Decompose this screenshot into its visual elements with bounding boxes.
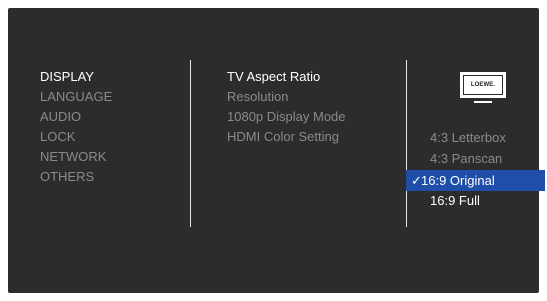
category-lock[interactable]: LOCK [40, 127, 75, 147]
category-network[interactable]: NETWORK [40, 147, 106, 167]
tv-logo: LOEWE. [463, 75, 503, 95]
tv-stand-icon [474, 101, 492, 103]
setting-tv-aspect-ratio[interactable]: TV Aspect Ratio [227, 67, 320, 87]
tv-icon: LOEWE. [460, 72, 506, 98]
category-language[interactable]: LANGUAGE [40, 87, 112, 107]
setting-resolution[interactable]: Resolution [227, 87, 288, 107]
category-others[interactable]: OTHERS [40, 167, 94, 187]
option-16-9-original[interactable]: 16:9 Original [421, 170, 495, 191]
option-4-3-panscan[interactable]: 4:3 Panscan [430, 149, 502, 169]
settings-menu-screen: DISPLAY LANGUAGE AUDIO LOCK NETWORK OTHE… [8, 8, 545, 293]
option-16-9-full[interactable]: 16:9 Full [430, 191, 480, 211]
column-divider-right [406, 60, 407, 227]
setting-1080p-display-mode[interactable]: 1080p Display Mode [227, 107, 346, 127]
setting-hdmi-color-setting[interactable]: HDMI Color Setting [227, 127, 339, 147]
option-4-3-letterbox[interactable]: 4:3 Letterbox [430, 128, 506, 148]
category-audio[interactable]: AUDIO [40, 107, 81, 127]
category-display[interactable]: DISPLAY [40, 67, 94, 87]
column-divider-left [190, 60, 191, 227]
